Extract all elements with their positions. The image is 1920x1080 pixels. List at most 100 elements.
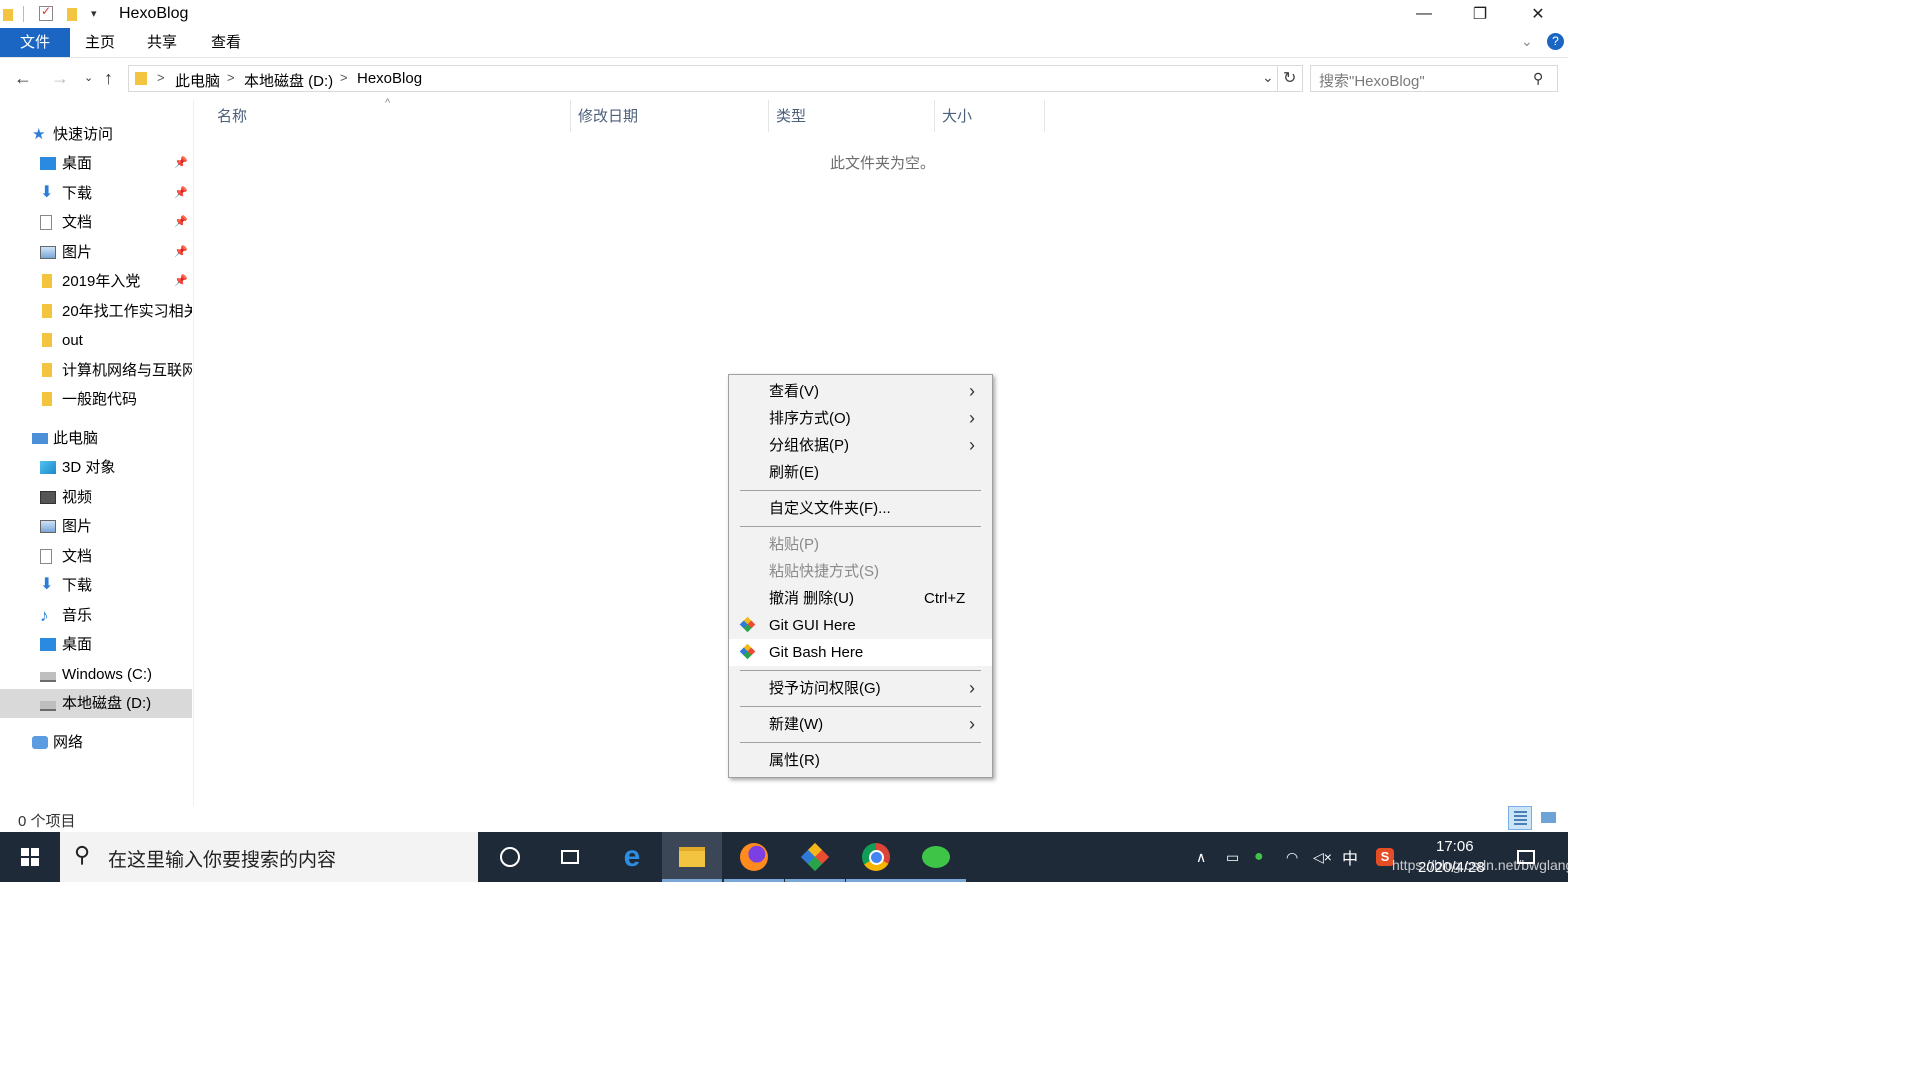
sidebar-item-pc-7[interactable]: Windows (C:): [0, 660, 192, 689]
pin-icon[interactable]: 📌: [174, 267, 188, 296]
context-menu-item[interactable]: 属性(R): [729, 747, 992, 774]
refresh-icon[interactable]: ↻: [1283, 68, 1296, 88]
menu-item-label: 自定义文件夹(F)...: [769, 500, 891, 517]
search-icon[interactable]: ⚲: [1533, 70, 1543, 87]
pin-icon[interactable]: 📌: [174, 238, 188, 267]
pin-icon[interactable]: 📌: [174, 208, 188, 237]
context-menu-item[interactable]: 自定义文件夹(F)...: [729, 495, 992, 522]
context-menu-item[interactable]: 查看(V) ›: [729, 378, 992, 405]
pin-icon[interactable]: 📌: [174, 149, 188, 178]
sidebar-item-6[interactable]: out: [0, 326, 192, 355]
taskbar-app-chrome[interactable]: [846, 832, 906, 882]
volume-muted-icon[interactable]: ◁×: [1313, 832, 1332, 882]
help-icon[interactable]: ?: [1547, 33, 1564, 50]
taskbar-app-wechat[interactable]: [906, 832, 966, 882]
sidebar-item-pc-5[interactable]: ♪ 音乐: [0, 601, 192, 630]
tab-file[interactable]: 文件: [0, 28, 71, 57]
pin-icon[interactable]: 📌: [174, 179, 188, 208]
chevron-right-icon: ›: [969, 381, 975, 401]
watermark: https://blog.csdn.net/bwglang: [1392, 857, 1574, 873]
sidebar-item-pc-6[interactable]: 桌面: [0, 630, 192, 659]
sidebar-item-1[interactable]: ⬇ 下载 📌: [0, 179, 192, 208]
new-folder-icon[interactable]: [67, 8, 77, 21]
breadcrumb-drive-d[interactable]: 本地磁盘 (D:): [244, 70, 333, 91]
maximize-button[interactable]: ❐: [1451, 0, 1509, 28]
pane-divider[interactable]: [193, 100, 194, 806]
sidebar-item-pc-8[interactable]: 本地磁盘 (D:): [0, 689, 192, 718]
context-menu-item[interactable]: 授予访问权限(G) ›: [729, 675, 992, 702]
column-divider[interactable]: [934, 100, 935, 132]
taskbar-app-file-explorer[interactable]: [662, 832, 722, 882]
sidebar-item-7[interactable]: 计算机网络与互联网: [0, 356, 192, 385]
tab-home[interactable]: 主页: [68, 28, 132, 57]
context-menu-item[interactable]: Git GUI Here: [729, 612, 992, 639]
sidebar-item-3[interactable]: 图片 📌: [0, 238, 192, 267]
sidebar-item-4[interactable]: 2019年入党 📌: [0, 267, 192, 296]
column-header-size[interactable]: 大小: [942, 103, 972, 131]
sidebar-item-pc-0[interactable]: 3D 对象: [0, 453, 192, 482]
sidebar-item-quick-access[interactable]: ★ 快速访问: [0, 120, 192, 149]
context-menu-item[interactable]: Git Bash Here: [729, 639, 992, 666]
window-title: HexoBlog: [119, 5, 189, 22]
qat-dropdown-icon[interactable]: ▾: [91, 7, 97, 20]
tab-share[interactable]: 共享: [130, 28, 194, 57]
up-icon[interactable]: ↑: [104, 68, 113, 89]
expand-ribbon-icon[interactable]: ⌄: [1521, 33, 1533, 50]
sidebar-item-2[interactable]: 文档 📌: [0, 208, 192, 237]
sidebar-item-8[interactable]: 一般跑代码: [0, 385, 192, 414]
context-menu-item[interactable]: 刷新(E): [729, 459, 992, 486]
sidebar-item-network[interactable]: 网络: [0, 728, 192, 757]
sidebar-item-pc-2[interactable]: 图片: [0, 512, 192, 541]
column-header-date[interactable]: 修改日期: [578, 103, 638, 131]
sidebar-item-label: 图片: [62, 518, 93, 535]
context-menu-item[interactable]: 新建(W) ›: [729, 711, 992, 738]
large-icons-view-button[interactable]: [1537, 806, 1561, 830]
breadcrumb-this-pc[interactable]: 此电脑: [175, 70, 220, 91]
column-divider[interactable]: [768, 100, 769, 132]
breadcrumb-hexoblog[interactable]: HexoBlog: [357, 70, 422, 87]
back-icon[interactable]: ←: [14, 68, 32, 89]
windows-logo-icon: [21, 848, 39, 866]
edge-icon: e: [623, 840, 641, 873]
address-bar[interactable]: > 此电脑 > 本地磁盘 (D:) > HexoBlog ⌄ ↻: [128, 65, 1303, 92]
taskbar-app-edge[interactable]: e: [602, 832, 662, 882]
wifi-icon[interactable]: ◠: [1286, 832, 1298, 882]
sidebar-item-pc-4[interactable]: ⬇ 下载: [0, 571, 192, 600]
battery-icon[interactable]: ▭: [1226, 832, 1239, 882]
search-box[interactable]: 搜索"HexoBlog" ⚲: [1310, 65, 1558, 92]
close-button[interactable]: ✕: [1509, 0, 1567, 28]
task-view-button[interactable]: [540, 832, 600, 882]
forward-icon[interactable]: →: [51, 68, 69, 89]
column-divider[interactable]: [1044, 100, 1045, 132]
video-icon: [40, 490, 56, 504]
context-menu-item[interactable]: 撤消 删除(U) Ctrl+Z: [729, 585, 992, 612]
recent-locations-icon[interactable]: ⌄: [84, 71, 93, 84]
context-menu-item[interactable]: 粘贴(P): [729, 531, 992, 558]
ime-indicator[interactable]: 中: [1342, 832, 1358, 882]
taskbar-app-firefox[interactable]: [724, 832, 784, 882]
cortana-button[interactable]: [480, 832, 540, 882]
taskbar-search[interactable]: ⚲ 在这里输入你要搜索的内容: [60, 832, 478, 882]
show-hidden-icons[interactable]: ∧: [1196, 832, 1206, 882]
context-menu-item[interactable]: 分组依据(P) ›: [729, 432, 992, 459]
properties-icon[interactable]: ✓: [39, 4, 53, 21]
column-header-type[interactable]: 类型: [776, 103, 806, 131]
sidebar-item-0[interactable]: 桌面 📌: [0, 149, 192, 178]
context-menu-item[interactable]: 排序方式(O) ›: [729, 405, 992, 432]
column-header-name[interactable]: 名称: [217, 103, 247, 131]
details-view-button[interactable]: [1508, 806, 1532, 830]
sidebar-item-pc-1[interactable]: 视频: [0, 483, 192, 512]
column-divider[interactable]: [570, 100, 571, 132]
taskbar-app-git[interactable]: [785, 832, 845, 882]
address-dropdown-icon[interactable]: ⌄: [1262, 69, 1274, 86]
context-menu-item[interactable]: 粘贴快捷方式(S): [729, 558, 992, 585]
start-button[interactable]: [0, 832, 60, 882]
minimize-button[interactable]: —: [1395, 0, 1453, 28]
sidebar-item-5[interactable]: 20年找工作实习相关: [0, 297, 192, 326]
tab-view[interactable]: 查看: [194, 28, 258, 57]
sidebar-item-this-pc[interactable]: 此电脑: [0, 424, 192, 453]
crumb-separator: >: [157, 70, 165, 85]
clock-time[interactable]: 17:06: [1436, 838, 1474, 855]
wechat-tray-icon[interactable]: ●: [1254, 832, 1264, 882]
sidebar-item-pc-3[interactable]: 文档: [0, 542, 192, 571]
